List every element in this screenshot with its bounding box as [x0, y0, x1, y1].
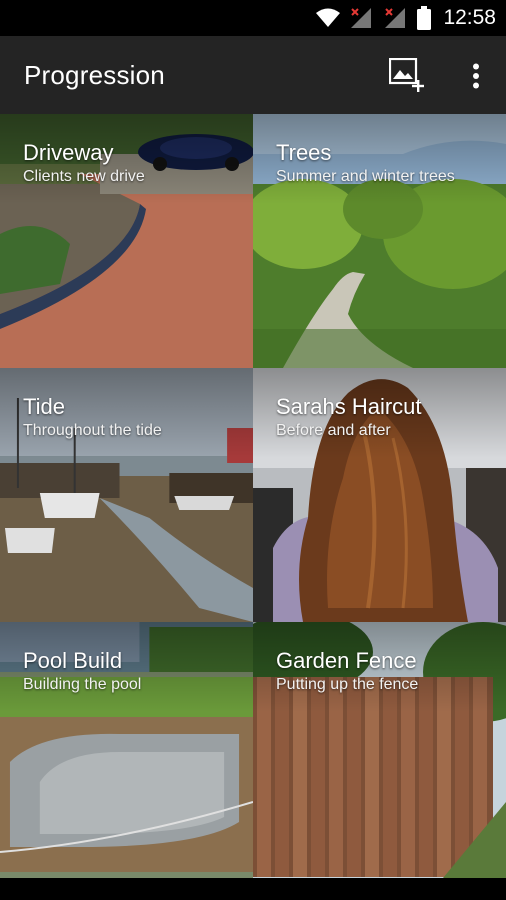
- project-grid: Driveway Clients new drive Trees Summer …: [0, 114, 506, 878]
- project-title: Garden Fence: [276, 648, 417, 673]
- project-subtitle: Clients new drive: [23, 168, 145, 185]
- more-vert-icon: [473, 63, 479, 89]
- navigation-bar: [0, 878, 506, 900]
- project-title: Trees: [276, 140, 332, 165]
- signal-no-service-icon: [351, 8, 372, 28]
- battery-icon: [417, 6, 432, 30]
- overflow-menu-button[interactable]: [462, 56, 490, 96]
- project-tile-tide[interactable]: Tide Throughout the tide: [0, 368, 253, 622]
- app-bar: Progression: [0, 36, 506, 114]
- wifi-icon: [316, 8, 341, 27]
- status-time: 12:58: [443, 6, 496, 29]
- signal-no-service-icon: [385, 8, 406, 28]
- app-title: Progression: [24, 60, 165, 90]
- add-project-button[interactable]: [388, 56, 428, 96]
- project-tile-driveway[interactable]: Driveway Clients new drive: [0, 114, 253, 368]
- status-icons: 12:58: [315, 4, 496, 32]
- project-tile-trees[interactable]: Trees Summer and winter trees: [253, 114, 506, 368]
- project-tile-sarahs-haircut[interactable]: Sarahs Haircut Before and after: [253, 368, 506, 622]
- project-subtitle: Putting up the fence: [276, 676, 419, 693]
- project-subtitle: Building the pool: [23, 676, 142, 693]
- status-bar: 12:58: [0, 0, 506, 36]
- project-subtitle: Summer and winter trees: [276, 168, 455, 185]
- add-image-icon: [389, 58, 424, 92]
- project-subtitle: Before and after: [276, 422, 391, 439]
- project-tile-garden-fence[interactable]: Garden Fence Putting up the fence: [253, 622, 506, 878]
- project-title: Sarahs Haircut: [276, 394, 422, 419]
- project-subtitle: Throughout the tide: [23, 422, 162, 439]
- project-title: Pool Build: [23, 648, 123, 673]
- project-title: Tide: [23, 394, 65, 419]
- project-title: Driveway: [23, 140, 114, 165]
- project-tile-pool-build[interactable]: Pool Build Building the pool: [0, 622, 253, 878]
